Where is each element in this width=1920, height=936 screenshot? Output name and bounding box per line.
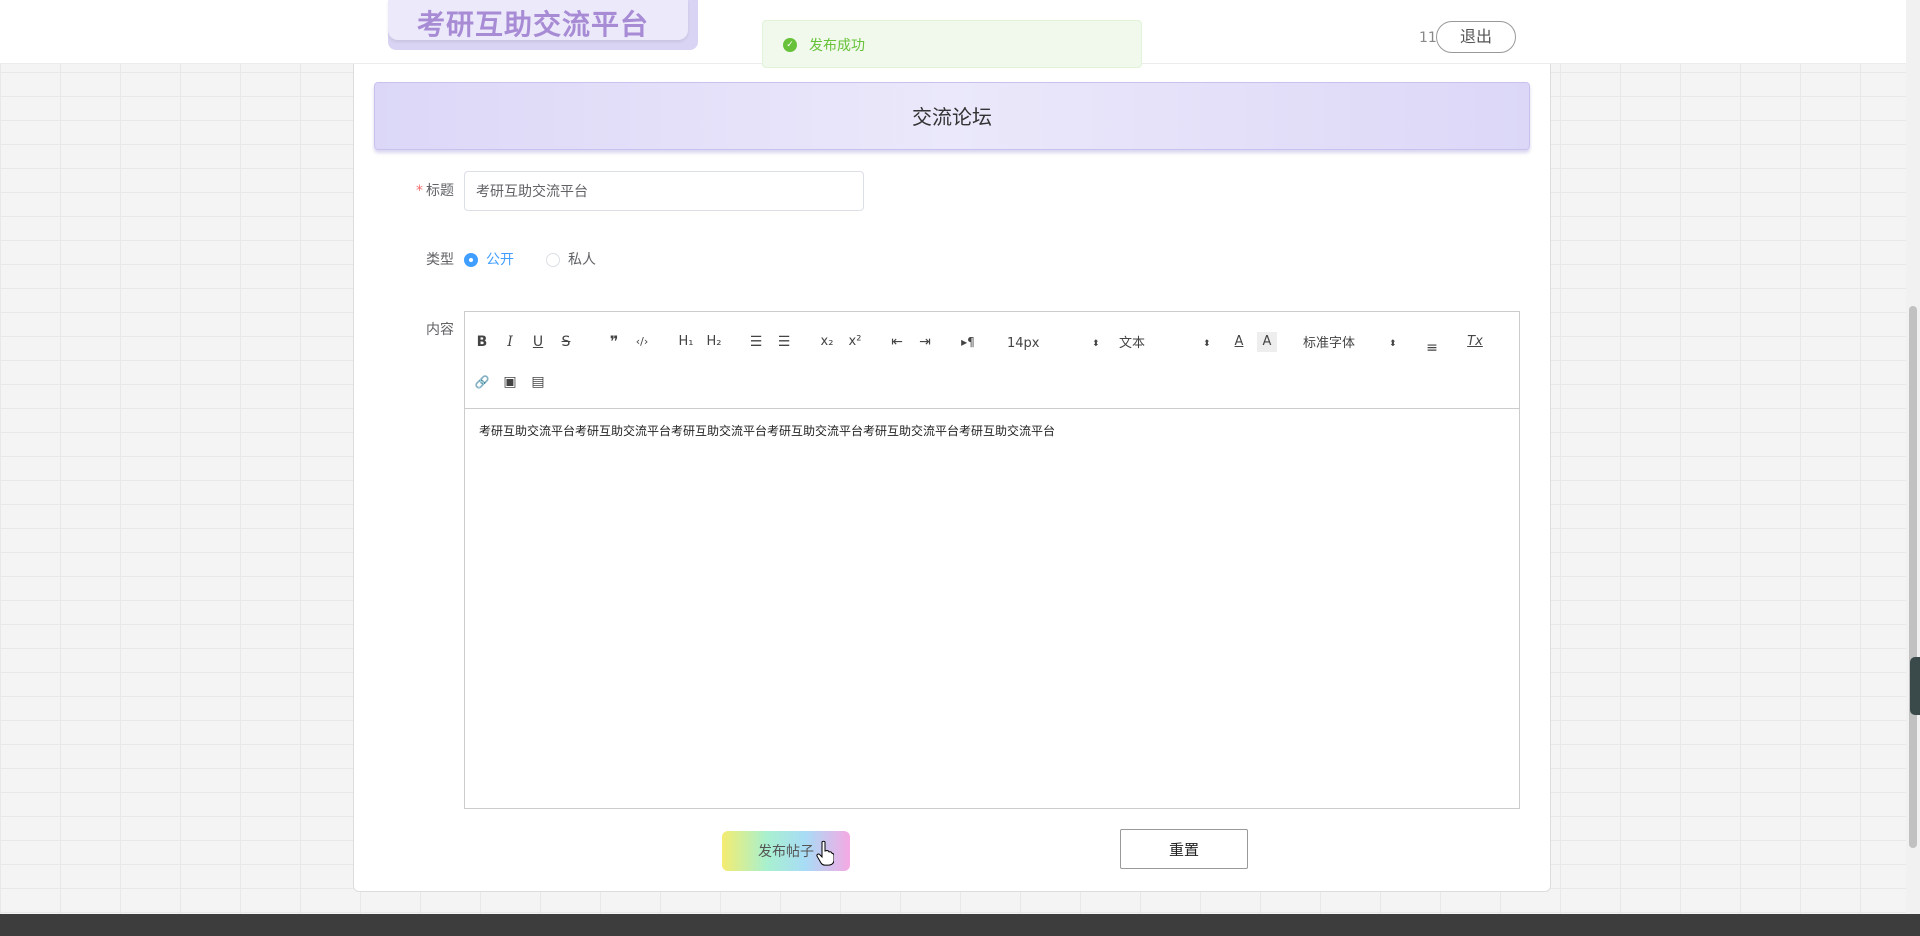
editor-toolbar: B I U S ❞ ‹/› H₁ H₂ ☰ ☰ x₂ x² ⇤ ⇥ ▸¶ 14p… bbox=[465, 312, 1519, 409]
toast-message: 发布成功 bbox=[809, 38, 865, 54]
header-select-arrow-icon[interactable]: ⬍ bbox=[1203, 332, 1211, 356]
hand-cursor-icon bbox=[816, 840, 834, 866]
reset-button[interactable]: 重置 bbox=[1120, 829, 1248, 869]
required-mark: * bbox=[416, 183, 423, 199]
success-toast: ✓ 发布成功 bbox=[762, 20, 1142, 68]
forum-header: 交流论坛 bbox=[374, 82, 1530, 150]
content-label: 内容 bbox=[426, 322, 454, 338]
bottom-bar bbox=[0, 914, 1920, 936]
radio-private-label[interactable]: 私人 bbox=[568, 250, 596, 270]
superscript-icon[interactable]: x² bbox=[845, 332, 865, 352]
radio-public-label[interactable]: 公开 bbox=[486, 250, 514, 270]
code-block-icon[interactable]: ‹/› bbox=[632, 332, 652, 352]
subscript-icon[interactable]: x₂ bbox=[817, 332, 837, 352]
editor-content[interactable]: 考研互助交流平台考研互助交流平台考研互助交流平台考研互助交流平台考研互助交流平台… bbox=[479, 422, 1055, 439]
vertical-scrollbar[interactable] bbox=[1906, 0, 1920, 914]
radio-private-dot[interactable] bbox=[546, 253, 560, 267]
title-input[interactable] bbox=[464, 171, 864, 211]
font-color-icon[interactable]: A bbox=[1229, 332, 1249, 352]
forum-title: 交流论坛 bbox=[912, 105, 992, 129]
align-icon[interactable]: ≡ bbox=[1422, 338, 1442, 358]
rich-text-editor: B I U S ❞ ‹/› H₁ H₂ ☰ ☰ x₂ x² ⇤ ⇥ ▸¶ 14p… bbox=[464, 311, 1520, 809]
bullet-list-icon[interactable]: ☰ bbox=[774, 332, 794, 352]
image-icon[interactable]: ▣ bbox=[500, 372, 520, 392]
font-family-value[interactable]: 标准字体 bbox=[1303, 336, 1355, 351]
radio-public-dot[interactable] bbox=[464, 253, 478, 267]
scrollbar-thumb[interactable] bbox=[1909, 306, 1917, 848]
strikethrough-icon[interactable]: S bbox=[556, 332, 576, 352]
link-icon[interactable]: 🔗 bbox=[472, 372, 492, 392]
heading2-icon[interactable]: H₂ bbox=[702, 332, 726, 352]
font-family-select[interactable]: 标准字体 ⬍ bbox=[1303, 332, 1403, 356]
title-label-text: 标题 bbox=[426, 183, 454, 199]
check-circle-icon: ✓ bbox=[783, 38, 797, 52]
logout-button[interactable]: 退出 bbox=[1436, 21, 1516, 53]
indent-icon[interactable]: ⇥ bbox=[915, 332, 935, 352]
header-select[interactable]: 文本 ⬍ bbox=[1119, 332, 1219, 356]
clear-format-icon[interactable]: Tx bbox=[1465, 332, 1485, 352]
blockquote-icon[interactable]: ❞ bbox=[604, 332, 624, 352]
type-label: 类型 bbox=[426, 252, 454, 268]
font-size-value[interactable]: 14px bbox=[1007, 336, 1040, 351]
bold-icon[interactable]: B bbox=[472, 332, 492, 352]
title-label: * 标题 bbox=[374, 181, 454, 201]
background-color-icon[interactable]: A bbox=[1257, 332, 1277, 352]
ordered-list-icon[interactable]: ☰ bbox=[746, 332, 766, 352]
font-size-select[interactable]: 14px ⬍ bbox=[1007, 332, 1107, 356]
video-icon[interactable]: ▤ bbox=[528, 372, 548, 392]
text-direction-icon[interactable]: ▸¶ bbox=[958, 332, 978, 352]
font-size-arrow-icon[interactable]: ⬍ bbox=[1092, 332, 1100, 356]
site-logo: 考研互助交流平台 bbox=[417, 8, 650, 41]
side-tab[interactable] bbox=[1910, 657, 1920, 715]
underline-icon[interactable]: U bbox=[528, 332, 548, 352]
font-family-arrow-icon[interactable]: ⬍ bbox=[1389, 332, 1397, 356]
outdent-icon[interactable]: ⇤ bbox=[887, 332, 907, 352]
heading1-icon[interactable]: H₁ bbox=[674, 332, 698, 352]
user-number: 11 bbox=[1419, 30, 1437, 46]
header-select-value[interactable]: 文本 bbox=[1119, 336, 1145, 351]
italic-icon[interactable]: I bbox=[500, 332, 520, 352]
